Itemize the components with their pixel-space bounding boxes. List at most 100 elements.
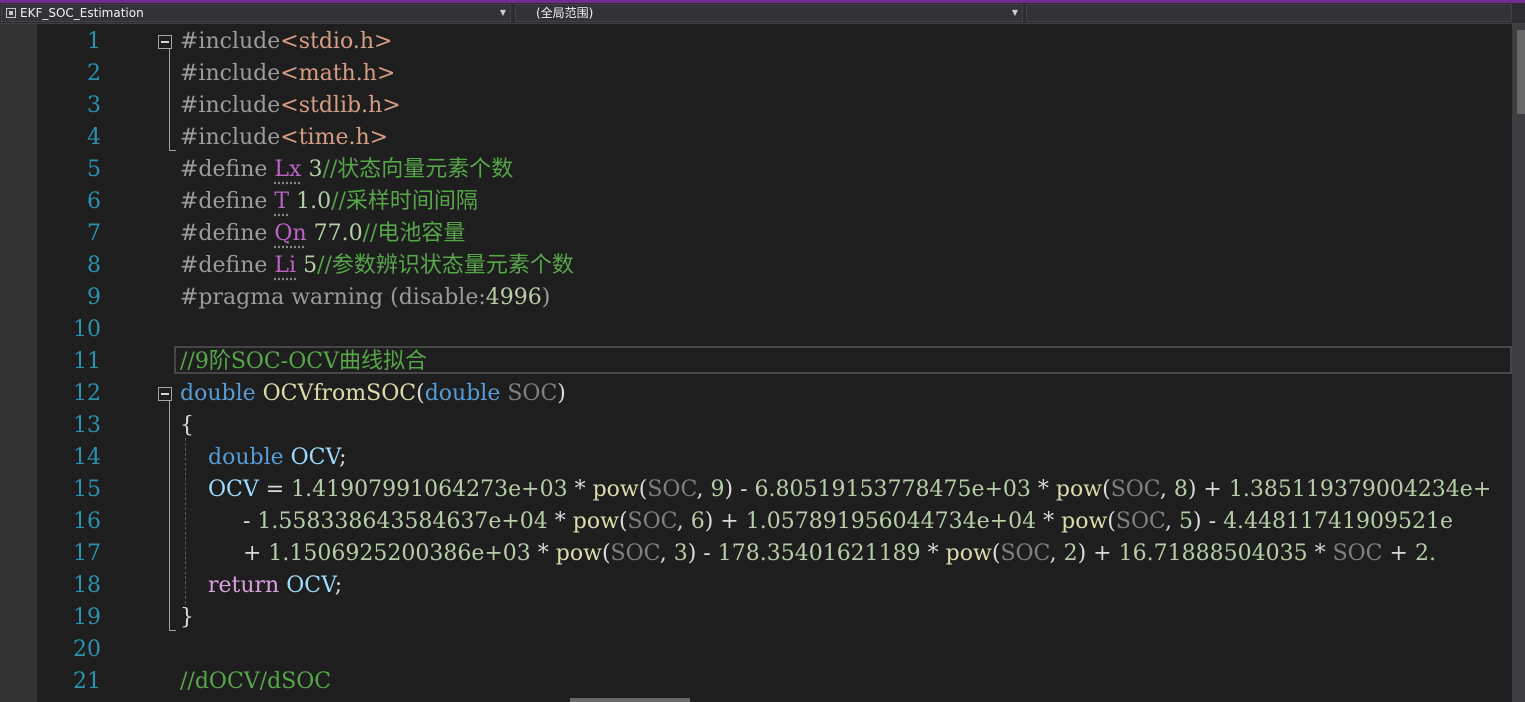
code-line-21[interactable]: //dOCV/dSOC	[180, 666, 331, 698]
parameter-name: SOC	[610, 541, 660, 566]
code-line-9[interactable]: #pragma warning (disable:4996)	[180, 282, 550, 314]
operator: -	[696, 541, 718, 566]
pragma-directive: #pragma warning (disable:	[180, 285, 486, 310]
number-literal: 2.	[1414, 541, 1436, 566]
operator: +	[235, 541, 269, 566]
code-line-5[interactable]: #define Lx 3//状态向量元素个数	[180, 154, 513, 186]
number-literal: 1.385119379004234e+	[1228, 477, 1492, 502]
punctuation: )	[1193, 509, 1202, 534]
collapse-icon[interactable]	[158, 35, 172, 49]
code-line-18[interactable]: return OCV;	[180, 570, 342, 602]
preprocessor-keyword: #include	[180, 61, 281, 86]
line-number: 20	[73, 637, 101, 662]
punctuation: (	[1102, 477, 1111, 502]
number-literal: 5	[1179, 509, 1194, 534]
line-number: 9	[87, 285, 101, 310]
punctuation: )	[724, 477, 734, 502]
code-line-16[interactable]: - 1.558338643584637e+04 * pow(SOC, 6) + …	[180, 506, 1453, 538]
line-number: 16	[73, 509, 101, 534]
punctuation: )	[704, 509, 714, 534]
line-number: 19	[73, 605, 101, 630]
punctuation: ,	[659, 541, 674, 566]
collapse-icon[interactable]	[158, 387, 172, 401]
punctuation: ,	[1165, 509, 1180, 534]
macro-name: Lx	[274, 157, 302, 182]
parameter-name: SOC	[1332, 541, 1383, 566]
punctuation: (	[416, 381, 425, 406]
code-line-3[interactable]: #include<stdlib.h>	[180, 90, 401, 122]
horizontal-scrollbar-thumb[interactable]	[570, 698, 690, 702]
vertical-scrollbar-thumb[interactable]	[1517, 30, 1525, 114]
punctuation: ,	[676, 509, 691, 534]
parameter-name: SOC	[647, 477, 697, 502]
operator: *	[547, 509, 573, 534]
function-name: pow	[945, 541, 992, 566]
code-line-8[interactable]: #define Li 5//参数辨识状态量元素个数	[180, 250, 574, 282]
punctuation: {	[180, 413, 194, 438]
parameter-name: SOC	[1000, 541, 1050, 566]
code-line-2[interactable]: #include<math.h>	[180, 58, 395, 90]
comment: //9阶SOC-OCV曲线拟合	[180, 349, 427, 374]
number-literal: 1.558338643584637e+04	[257, 509, 548, 534]
vertical-scrollbar[interactable]	[1512, 24, 1525, 702]
preprocessor-keyword: #define	[180, 157, 268, 182]
scope-dropdown-label: (全局范围)	[536, 6, 594, 20]
comment: //参数辨识状态量元素个数	[317, 253, 574, 278]
preprocessor-keyword: #define	[180, 253, 268, 278]
operator: +	[1382, 541, 1415, 566]
line-number: 2	[87, 61, 101, 86]
fold-region-line	[169, 401, 170, 630]
operator: *	[530, 541, 556, 566]
line-number: 5	[87, 157, 101, 182]
code-line-19[interactable]: }	[180, 602, 194, 634]
line-number: 10	[73, 317, 101, 342]
scope-dropdown[interactable]: (全局范围) ▼	[515, 4, 1023, 22]
project-icon	[6, 8, 16, 18]
parameter-name: SOC	[507, 381, 558, 406]
code-line-13[interactable]: {	[180, 410, 194, 442]
line-number: 13	[73, 413, 101, 438]
project-dropdown[interactable]: EKF_SOC_Estimation ▼	[1, 4, 511, 22]
code-line-4[interactable]: #include<time.h>	[180, 122, 388, 154]
punctuation: ;	[339, 445, 347, 470]
variable-name: OCV	[207, 477, 259, 502]
fold-region-end	[169, 150, 176, 151]
punctuation: )	[687, 541, 697, 566]
number-literal: 1.057891956044734e+04	[745, 509, 1037, 534]
fold-region-line	[169, 49, 170, 150]
code-line-15[interactable]: OCV = 1.41907991064273e+03 * pow(SOC, 9)…	[180, 474, 1491, 506]
punctuation: ,	[1159, 477, 1174, 502]
operator: *	[567, 477, 593, 502]
code-line-6[interactable]: #define T 1.0//采样时间间隔	[180, 186, 478, 218]
code-line-7[interactable]: #define Qn 77.0//电池容量	[180, 218, 465, 250]
project-dropdown-label: EKF_SOC_Estimation	[20, 6, 144, 20]
operator: +	[1196, 477, 1229, 502]
preprocessor-keyword: #include	[180, 125, 281, 150]
code-line-17[interactable]: + 1.1506925200386e+03 * pow(SOC, 3) - 17…	[180, 538, 1436, 570]
macro-value: 5	[303, 253, 318, 278]
number-literal: 3	[673, 541, 688, 566]
code-line-1[interactable]: #include<stdio.h>	[180, 26, 392, 58]
pragma-value: 4996	[485, 285, 542, 310]
code-line-11[interactable]: //9阶SOC-OCV曲线拟合	[180, 346, 427, 378]
return-keyword: return	[207, 573, 280, 598]
line-number: 18	[73, 573, 101, 598]
line-number: 3	[87, 93, 101, 118]
line-number: 7	[87, 221, 101, 246]
function-name: pow	[592, 477, 639, 502]
number-literal: 8	[1173, 477, 1188, 502]
include-header: <stdio.h>	[280, 29, 393, 54]
line-number: 21	[73, 669, 101, 694]
line-number: 17	[73, 541, 101, 566]
comment: //采样时间间隔	[331, 189, 478, 214]
member-dropdown[interactable]	[1026, 4, 1512, 22]
operator: *	[1036, 509, 1062, 534]
code-line-14[interactable]: double OCV;	[180, 442, 347, 474]
number-literal: 4.44811741909521e	[1223, 509, 1454, 534]
type-keyword: double	[424, 381, 501, 406]
fold-region-end	[169, 630, 176, 631]
parameter-name: SOC	[627, 509, 677, 534]
function-name: OCVfromSOC	[262, 381, 417, 406]
code-line-12[interactable]: double OCVfromSOC(double SOC)	[180, 378, 566, 410]
function-name: pow	[555, 541, 602, 566]
